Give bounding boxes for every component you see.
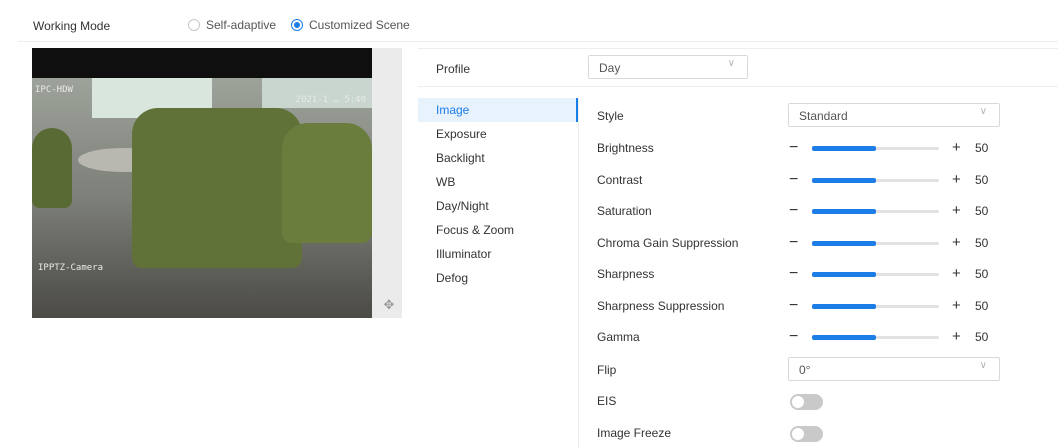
divider [418,48,1058,49]
gamma-slider[interactable]: − +50 [789,327,989,347]
nav-item-backlight[interactable]: Backlight [418,146,578,170]
image-settings-nav: Image Exposure Backlight WB Day/Night Fo… [418,98,578,290]
nav-divider [578,98,579,448]
self-adaptive-radio[interactable]: Self-adaptive [188,18,276,32]
slider-value: 50 [975,204,989,218]
profile-label: Profile [436,62,471,76]
minus-icon[interactable]: − [789,296,798,316]
nav-item-wb[interactable]: WB [418,170,578,194]
nav-item-defog[interactable]: Defog [418,266,578,290]
brightness-label: Brightness [597,141,654,155]
slider-fill [812,335,876,340]
green-armchair [132,108,302,268]
style-value: Standard [799,109,848,123]
customized-scene-radio[interactable]: Customized Scene [291,18,410,32]
eis-label: EIS [597,394,617,408]
slider-fill [812,209,876,214]
slider-value: 50 [975,299,989,313]
radio-circle[interactable] [188,19,200,31]
flip-select[interactable]: 0° ∨ [788,357,1000,381]
sharpness-slider[interactable]: − +50 [789,264,989,284]
osd-top-left: IPC-HDW [35,85,73,95]
minus-icon[interactable]: − [789,264,798,284]
video-preview-panel: IPC-HDW 2021-1 … 5:40 IPPTZ-Camera ✥ [32,48,402,318]
chroma-gain-suppression-slider[interactable]: − +50 [789,233,989,253]
nav-item-exposure[interactable]: Exposure [418,122,578,146]
chroma-gain-suppression-label: Chroma Gain Suppression [597,236,739,250]
slider-track[interactable] [812,146,939,151]
nav-item-illuminator[interactable]: Illuminator [418,242,578,266]
slider-fill [812,178,876,183]
slider-value: 50 [975,267,989,281]
plus-icon[interactable]: + [952,233,961,253]
minus-icon[interactable]: − [789,138,798,158]
minus-icon[interactable]: − [789,201,798,221]
profile-value: Day [599,61,621,75]
flip-label: Flip [597,363,617,377]
plus-icon[interactable]: + [952,264,961,284]
move-icon[interactable]: ✥ [382,298,396,312]
slider-track[interactable] [812,335,939,340]
slider-track[interactable] [812,178,939,183]
slider-track[interactable] [812,272,939,277]
chevron-down-icon: ∨ [979,360,987,371]
image-freeze-label: Image Freeze [597,426,672,440]
live-video[interactable]: IPC-HDW 2021-1 … 5:40 IPPTZ-Camera [32,48,372,318]
minus-icon[interactable]: − [789,233,798,253]
slider-fill [812,272,876,277]
plus-icon[interactable]: + [952,201,961,221]
chevron-down-icon: ∨ [727,58,735,69]
profile-select[interactable]: Day ∨ [588,55,748,79]
slider-value: 50 [975,173,989,187]
contrast-label: Contrast [597,173,643,187]
chevron-down-icon: ∨ [979,106,987,117]
osd-channel-name: IPPTZ-Camera [38,263,104,273]
minus-icon[interactable]: − [789,170,798,190]
sharpness-label: Sharpness [597,267,655,281]
radio-circle-checked[interactable] [291,19,303,31]
nav-item-day-night[interactable]: Day/Night [418,194,578,218]
slider-value: 50 [975,236,989,250]
flip-value: 0° [799,363,811,377]
slider-track[interactable] [812,241,939,246]
working-mode-label: Working Mode [33,19,111,33]
saturation-slider[interactable]: − +50 [789,201,989,221]
slider-fill [812,304,876,309]
divider [418,86,1058,87]
plus-icon[interactable]: + [952,327,961,347]
video-black-band [32,48,372,78]
nav-item-image[interactable]: Image [418,98,578,122]
osd-timestamp: 2021-1 … 5:40 [295,95,366,105]
style-select[interactable]: Standard ∨ [788,103,1000,127]
slider-track[interactable] [812,209,939,214]
contrast-slider[interactable]: − +50 [789,170,989,190]
sharpness-suppression-slider[interactable]: − +50 [789,296,989,316]
brightness-slider[interactable]: − +50 [789,138,989,158]
video-scene [32,78,372,318]
customized-scene-label: Customized Scene [309,18,410,32]
sharpness-suppression-label: Sharpness Suppression [597,299,725,313]
plus-icon[interactable]: + [952,170,961,190]
nav-item-focus-zoom[interactable]: Focus & Zoom [418,218,578,242]
slider-fill [812,241,876,246]
plus-icon[interactable]: + [952,296,961,316]
plus-icon[interactable]: + [952,138,961,158]
slider-fill [812,146,876,151]
eis-toggle[interactable] [790,394,823,410]
working-mode-row: Working Mode Self-adaptive Customized Sc… [18,10,1058,42]
saturation-label: Saturation [597,204,652,218]
style-label: Style [597,109,624,123]
slider-value: 50 [975,141,989,155]
image-freeze-toggle[interactable] [790,426,823,442]
self-adaptive-label: Self-adaptive [206,18,277,32]
green-armchair [282,123,372,243]
green-armchair [32,128,72,208]
slider-track[interactable] [812,304,939,309]
gamma-label: Gamma [597,330,640,344]
minus-icon[interactable]: − [789,327,798,347]
slider-value: 50 [975,330,989,344]
